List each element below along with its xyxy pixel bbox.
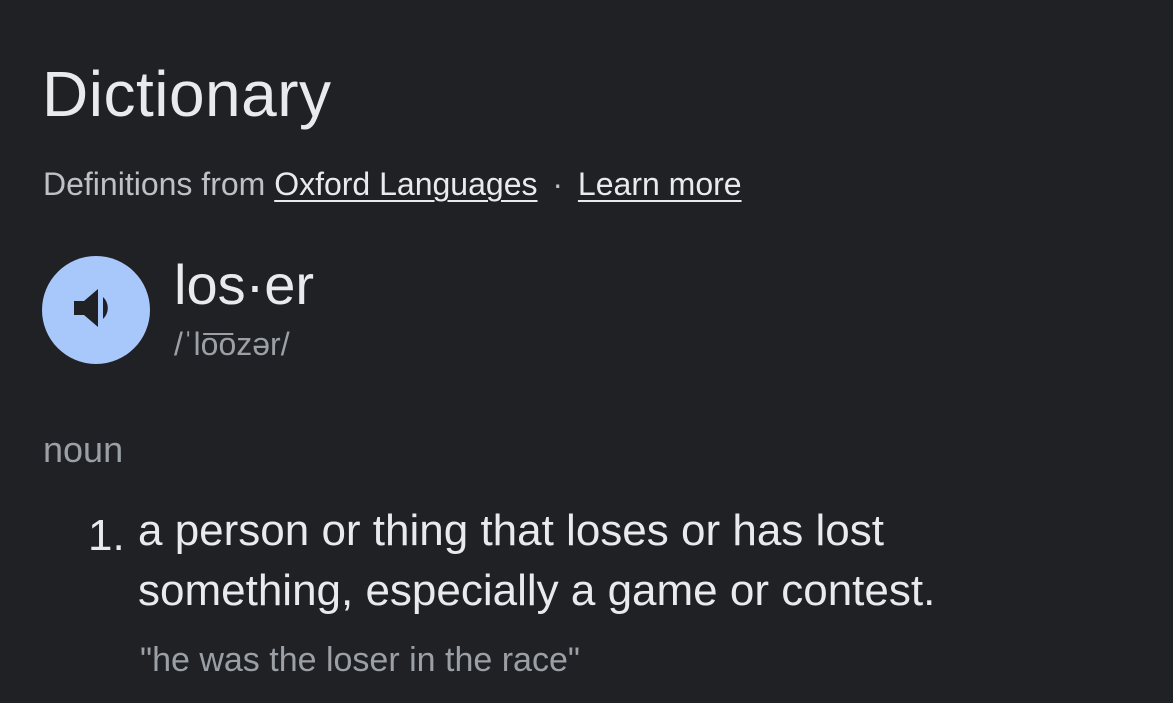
- oxford-languages-link[interactable]: Oxford Languages: [274, 166, 537, 202]
- source-prefix: Definitions from: [43, 166, 266, 202]
- source-separator: ·: [552, 166, 564, 202]
- part-of-speech: noun: [43, 429, 124, 470]
- pronunciation-audio-button[interactable]: [42, 256, 150, 364]
- usage-example: "he was the loser in the race": [140, 641, 580, 679]
- phonetic-spelling: /ˈlo͞ozər/: [174, 326, 290, 362]
- volume-up-icon: [68, 280, 124, 341]
- learn-more-link[interactable]: Learn more: [578, 166, 742, 202]
- sense-definition: a person or thing that loses or has lost…: [138, 506, 936, 615]
- page-title: Dictionary: [42, 58, 332, 130]
- headword: los·er: [174, 253, 315, 316]
- source-line: Definitions from Oxford Languages · Lear…: [43, 164, 742, 204]
- dictionary-card: Dictionary Definitions from Oxford Langu…: [0, 0, 1173, 703]
- sense-number: 1.: [88, 511, 125, 560]
